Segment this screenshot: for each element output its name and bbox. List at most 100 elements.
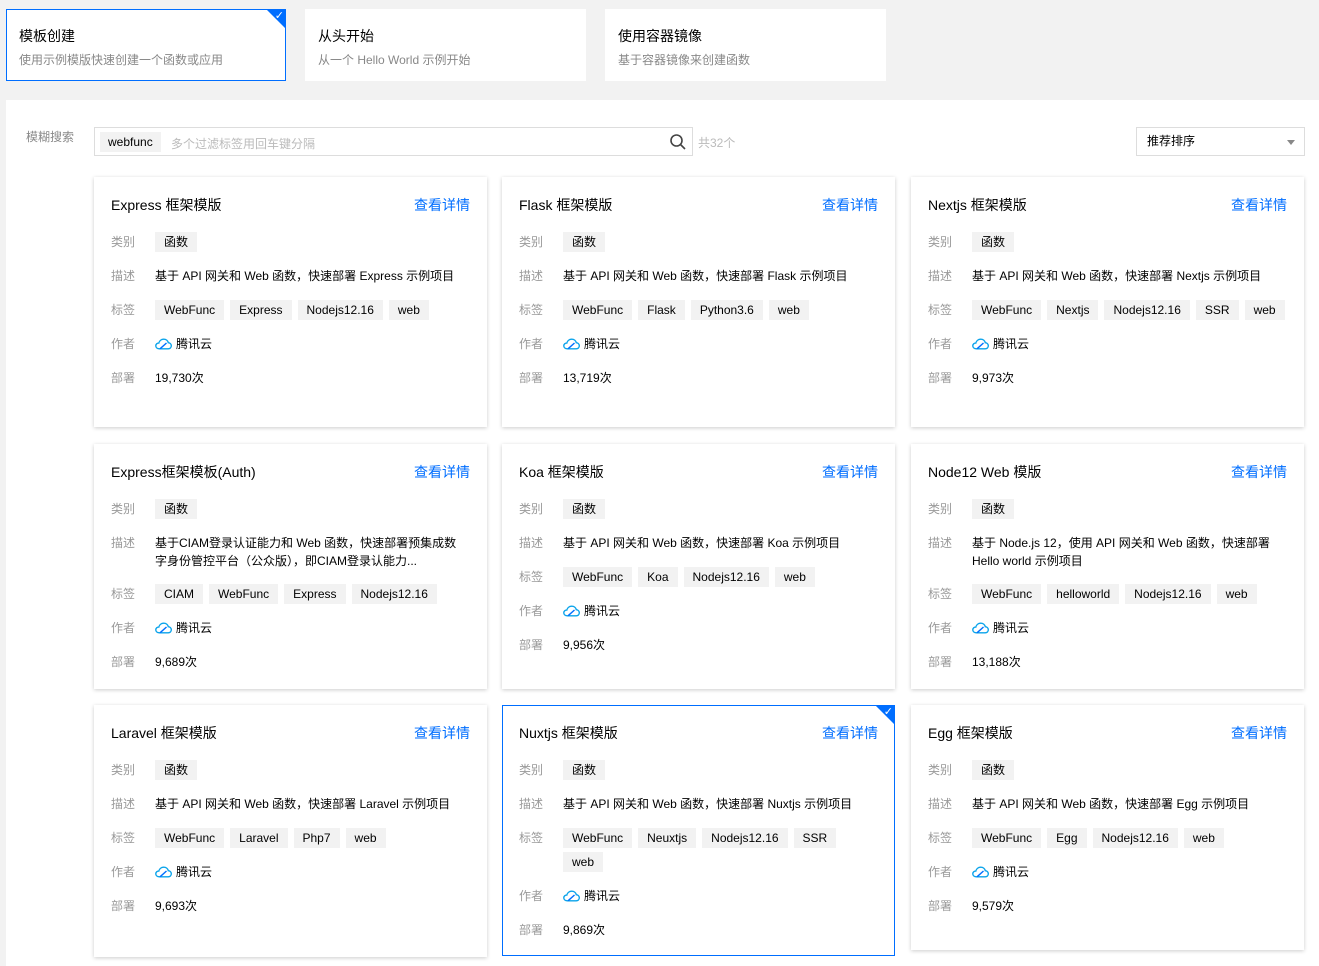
tag-list: CIAM WebFunc Express Nodejs12.16 (155, 584, 470, 604)
tag: WebFunc (563, 567, 633, 587)
tag: Koa (638, 567, 678, 587)
category-tag: 函数 (155, 232, 198, 252)
view-details-link[interactable]: 查看详情 (414, 464, 470, 480)
tag-list: WebFunc Neuxtjs Nodejs12.16 SSR web (563, 828, 878, 872)
option-from-scratch[interactable]: 从头开始 从一个 Hello World 示例开始 (305, 9, 586, 81)
template-card[interactable]: Laravel 框架模版 查看详情 类别 函数 描述 基于 API 网关和 We… (94, 705, 487, 957)
tag: Nodejs12.16 (702, 828, 788, 848)
tag: helloworld (1047, 584, 1120, 604)
author: 腾讯云 (972, 618, 1029, 638)
author-name: 腾讯云 (584, 889, 621, 903)
card-title: Nuxtjs 框架模版 (519, 725, 618, 741)
result-count: 共32个 (698, 136, 736, 150)
author-label: 作者 (928, 621, 953, 635)
tag: web (768, 300, 809, 320)
tencent-cloud-icon (563, 338, 580, 350)
tag-list: WebFunc Express Nodejs12.16 web (155, 300, 470, 320)
category-tag: 函数 (972, 232, 1015, 252)
tag: Php7 (293, 828, 340, 848)
template-card[interactable]: Nextjs 框架模版 查看详情 类别 函数 描述 基于 API 网关和 Web… (911, 177, 1304, 427)
deploy-count: 9,579次 (972, 899, 1015, 913)
card-description: 基于 Node.js 12，使用 API 网关和 Web 函数，快速部署 Hel… (972, 536, 1270, 568)
filter-tag[interactable]: webfunc (100, 132, 161, 152)
deploy-label: 部署 (519, 923, 544, 937)
tags-label: 标签 (519, 570, 544, 584)
card-description: 基于 API 网关和 Web 函数，快速部署 Nuxtjs 示例项目 (563, 797, 853, 811)
tag: Python3.6 (690, 300, 763, 320)
author: 腾讯云 (563, 334, 620, 354)
tag: Egg (1047, 828, 1087, 848)
tag: WebFunc (155, 828, 225, 848)
author-name: 腾讯云 (584, 337, 621, 351)
card-description: 基于 API 网关和 Web 函数，快速部署 Nextjs 示例项目 (972, 269, 1262, 283)
tencent-cloud-icon (972, 338, 989, 350)
sort-select[interactable]: 推荐排序 (1136, 127, 1305, 156)
author-label: 作者 (928, 337, 953, 351)
search-placeholder: 多个过滤标签用回车键分隔 (171, 137, 316, 151)
deploy-label: 部署 (928, 371, 953, 385)
sort-value: 推荐排序 (1147, 134, 1196, 148)
template-card[interactable]: Flask 框架模版 查看详情 类别 函数 描述 基于 API 网关和 Web … (502, 177, 895, 427)
tags-label: 标签 (928, 831, 953, 845)
desc-label: 描述 (519, 797, 544, 811)
category-tag: 函数 (563, 760, 606, 780)
template-card[interactable]: Node12 Web 模版 查看详情 类别 函数 描述 基于 Node.js 1… (911, 444, 1304, 689)
template-card[interactable]: Express框架模板(Auth) 查看详情 类别 函数 描述 基于CIAM登录… (94, 444, 487, 689)
view-details-link[interactable]: 查看详情 (1231, 464, 1287, 480)
deploy-label: 部署 (111, 655, 136, 669)
tag: WebFunc (972, 300, 1042, 320)
author: 腾讯云 (155, 334, 212, 354)
tag-list: WebFunc Laravel Php7 web (155, 828, 470, 848)
category-label: 类别 (111, 502, 136, 516)
author-name: 腾讯云 (176, 621, 213, 635)
view-details-link[interactable]: 查看详情 (822, 464, 878, 480)
desc-label: 描述 (928, 797, 953, 811)
category-label: 类别 (928, 763, 953, 777)
template-card[interactable]: Nuxtjs 框架模版 查看详情 类别 函数 描述 基于 API 网关和 Web… (502, 705, 895, 956)
view-details-link[interactable]: 查看详情 (414, 725, 470, 741)
chevron-down-icon (1287, 140, 1295, 145)
category-label: 类别 (111, 763, 136, 777)
deploy-count: 9,956次 (563, 638, 606, 652)
template-card[interactable]: Egg 框架模版 查看详情 类别 函数 描述 基于 API 网关和 Web 函数… (911, 705, 1304, 950)
author-label: 作者 (519, 604, 544, 618)
deploy-count: 13,719次 (563, 371, 612, 385)
desc-label: 描述 (928, 269, 953, 283)
tag: Nextjs (1047, 300, 1099, 320)
deploy-label: 部署 (519, 371, 544, 385)
tencent-cloud-icon (563, 890, 580, 902)
search-icon[interactable] (669, 133, 687, 151)
category-label: 类别 (519, 763, 544, 777)
view-details-link[interactable]: 查看详情 (1231, 197, 1287, 213)
tags-label: 标签 (111, 831, 136, 845)
deploy-count: 13,188次 (972, 655, 1021, 669)
category-label: 类别 (928, 235, 953, 249)
tag-list: WebFunc Nextjs Nodejs12.16 SSR web (972, 300, 1287, 320)
tag: WebFunc (209, 584, 279, 604)
desc-label: 描述 (111, 269, 136, 283)
desc-label: 描述 (928, 536, 953, 550)
tag: CIAM (155, 584, 203, 604)
search-input[interactable]: webfunc 多个过滤标签用回车键分隔 (94, 127, 693, 156)
card-title: Express框架模板(Auth) (111, 464, 256, 480)
option-desc: 使用示例模版快速创建一个函数或应用 (19, 53, 224, 67)
tag: WebFunc (563, 300, 633, 320)
deploy-count: 9,869次 (563, 923, 606, 937)
view-details-link[interactable]: 查看详情 (414, 197, 470, 213)
option-title: 模板创建 (19, 28, 75, 44)
view-details-link[interactable]: 查看详情 (1231, 725, 1287, 741)
tag: Nodejs12.16 (1104, 300, 1190, 320)
check-icon: ✓ (883, 705, 893, 718)
tags-label: 标签 (519, 831, 544, 845)
option-desc: 基于容器镜像来创建函数 (618, 53, 751, 67)
option-template-create[interactable]: 模板创建 使用示例模版快速创建一个函数或应用 ✓ (6, 9, 286, 81)
deploy-count: 9,973次 (972, 371, 1015, 385)
option-container-image[interactable]: 使用容器镜像 基于容器镜像来创建函数 (605, 9, 886, 81)
template-card[interactable]: Koa 框架模版 查看详情 类别 函数 描述 基于 API 网关和 Web 函数… (502, 444, 895, 689)
category-tag: 函数 (972, 499, 1015, 519)
template-card[interactable]: Express 框架模版 查看详情 类别 函数 描述 基于 API 网关和 We… (94, 177, 487, 427)
view-details-link[interactable]: 查看详情 (822, 197, 878, 213)
author-name: 腾讯云 (993, 621, 1030, 635)
view-details-link[interactable]: 查看详情 (822, 725, 878, 741)
desc-label: 描述 (111, 536, 136, 550)
